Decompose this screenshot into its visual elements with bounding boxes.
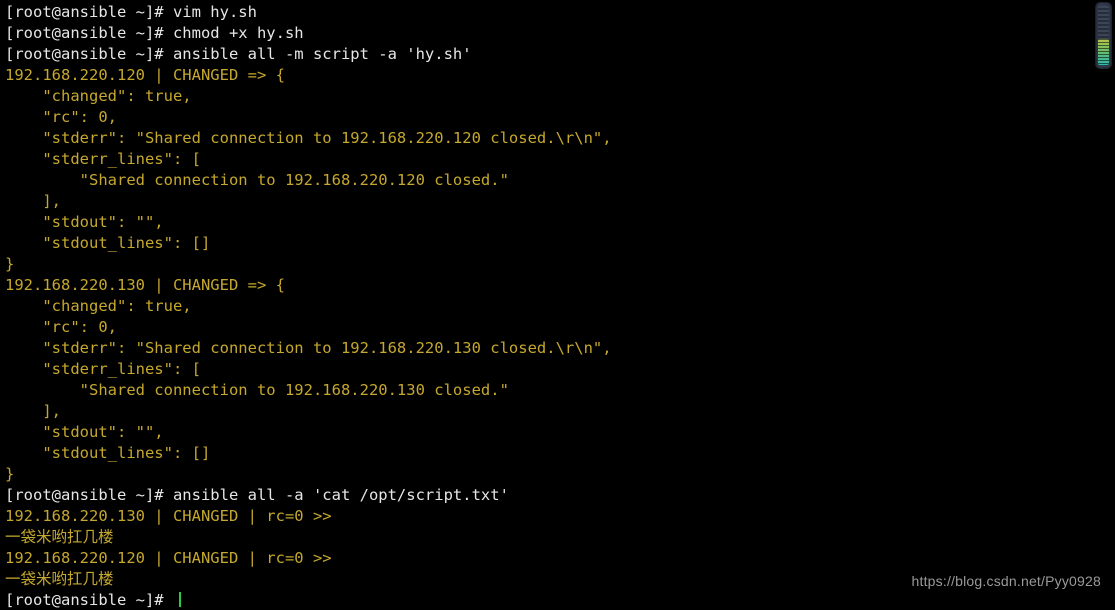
terminal-output-line: 192.168.220.120 | CHANGED | rc=0 >> xyxy=(5,549,332,567)
terminal-output-line: "Shared connection to 192.168.220.120 cl… xyxy=(5,171,509,189)
terminal-output-line: 192.168.220.130 | CHANGED | rc=0 >> xyxy=(5,507,332,525)
terminal-command-line: [root@ansible ~]# ansible all -m script … xyxy=(5,45,472,63)
terminal-output-line: } xyxy=(5,255,15,273)
terminal-output-line: "stdout": "", xyxy=(5,213,164,231)
terminal-output-line: "changed": true, xyxy=(5,297,192,315)
text-cursor xyxy=(178,592,181,607)
terminal-output-line: ], xyxy=(5,402,61,420)
terminal-active-prompt-line[interactable]: [root@ansible ~]# xyxy=(0,590,1085,610)
terminal-output-line: "rc": 0, xyxy=(5,108,117,126)
scrollbar-track[interactable] xyxy=(1098,6,1109,39)
watermark-url: https://blog.csdn.net/Pyy0928 xyxy=(911,573,1101,589)
terminal-command-line: [root@ansible ~]# vim hy.sh xyxy=(5,3,257,21)
terminal-command-line: [root@ansible ~]# ansible all -a 'cat /o… xyxy=(5,486,509,504)
terminal-output-line: 一袋米哟扛几楼 xyxy=(5,528,114,546)
prompt-string: [root@ansible ~]# xyxy=(5,591,173,609)
terminal-output-line: 192.168.220.130 | CHANGED => { xyxy=(5,276,285,294)
terminal-output-line: "stderr": "Shared connection to 192.168.… xyxy=(5,129,612,147)
terminal-output-line: "Shared connection to 192.168.220.130 cl… xyxy=(5,381,509,399)
vertical-scrollbar[interactable] xyxy=(1095,2,1112,69)
terminal-output-area[interactable]: [root@ansible ~]# vim hy.sh [root@ansible… xyxy=(0,2,1085,610)
terminal-output-line: "changed": true, xyxy=(5,87,192,105)
scrollbar-thumb[interactable] xyxy=(1098,39,1109,65)
terminal-output-line: "stderr_lines": [ xyxy=(5,150,201,168)
terminal-output-line: "rc": 0, xyxy=(5,318,117,336)
terminal-output-line: "stderr_lines": [ xyxy=(5,360,201,378)
terminal-output-line: "stdout": "", xyxy=(5,423,164,441)
terminal-output-line: } xyxy=(5,465,15,483)
terminal-command-line: [root@ansible ~]# chmod +x hy.sh xyxy=(5,24,304,42)
terminal-output-line: "stdout_lines": [] xyxy=(5,444,211,462)
terminal-window[interactable]: [root@ansible ~]# vim hy.sh [root@ansible… xyxy=(0,0,1115,610)
terminal-output-line: ], xyxy=(5,192,61,210)
terminal-output-line: "stderr": "Shared connection to 192.168.… xyxy=(5,339,612,357)
terminal-output-line: "stdout_lines": [] xyxy=(5,234,211,252)
terminal-output-line: 192.168.220.120 | CHANGED => { xyxy=(5,66,285,84)
